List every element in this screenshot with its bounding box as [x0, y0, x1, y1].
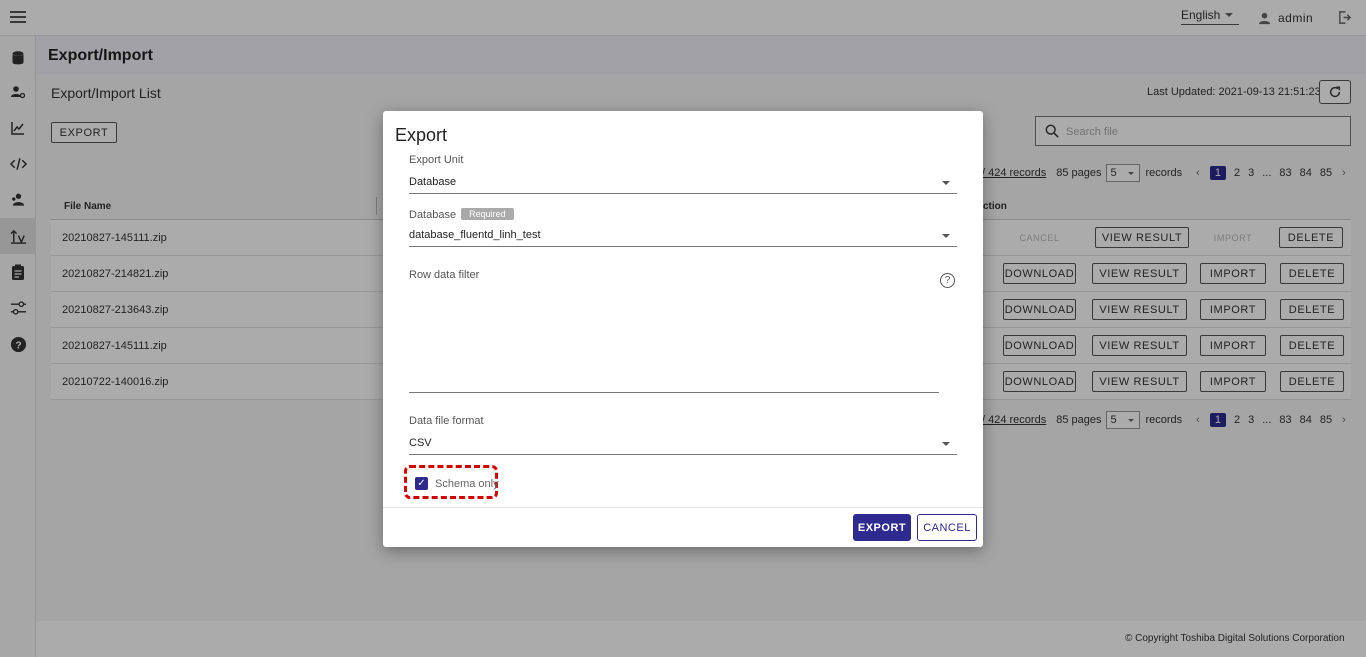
schema-only-label[interactable]: Schema only: [435, 478, 499, 490]
dialog-cancel-button[interactable]: CANCEL: [917, 514, 977, 541]
database-select[interactable]: database_fluentd_linh_test: [409, 229, 957, 247]
export-dialog: Export Export Unit Database Database Requ…: [383, 111, 983, 547]
format-value: CSV: [409, 437, 432, 449]
dialog-export-button[interactable]: EXPORT: [853, 514, 911, 541]
required-badge: Required: [461, 208, 514, 220]
help-icon[interactable]: ?: [940, 273, 955, 288]
row-filter-label: Row data filter: [409, 269, 480, 281]
schema-only-checkbox[interactable]: ✓: [415, 477, 428, 490]
database-label: Database: [409, 209, 457, 221]
database-value: database_fluentd_linh_test: [409, 229, 541, 241]
dialog-title: Export: [395, 125, 448, 145]
dialog-divider: [383, 507, 983, 508]
export-unit-select[interactable]: Database: [409, 176, 957, 194]
format-label: Data file format: [409, 415, 484, 427]
export-unit-value: Database: [409, 176, 457, 188]
textarea-underline: [409, 392, 939, 393]
chevron-down-icon: [942, 181, 950, 185]
format-select[interactable]: CSV: [409, 437, 957, 455]
schema-only-highlight: ✓ Schema only: [404, 465, 499, 499]
chevron-down-icon: [942, 234, 950, 238]
row-filter-textarea[interactable]: [409, 291, 939, 391]
export-unit-label: Export Unit: [409, 154, 464, 166]
chevron-down-icon: [942, 442, 950, 446]
database-label-row: Database Required: [409, 208, 514, 221]
